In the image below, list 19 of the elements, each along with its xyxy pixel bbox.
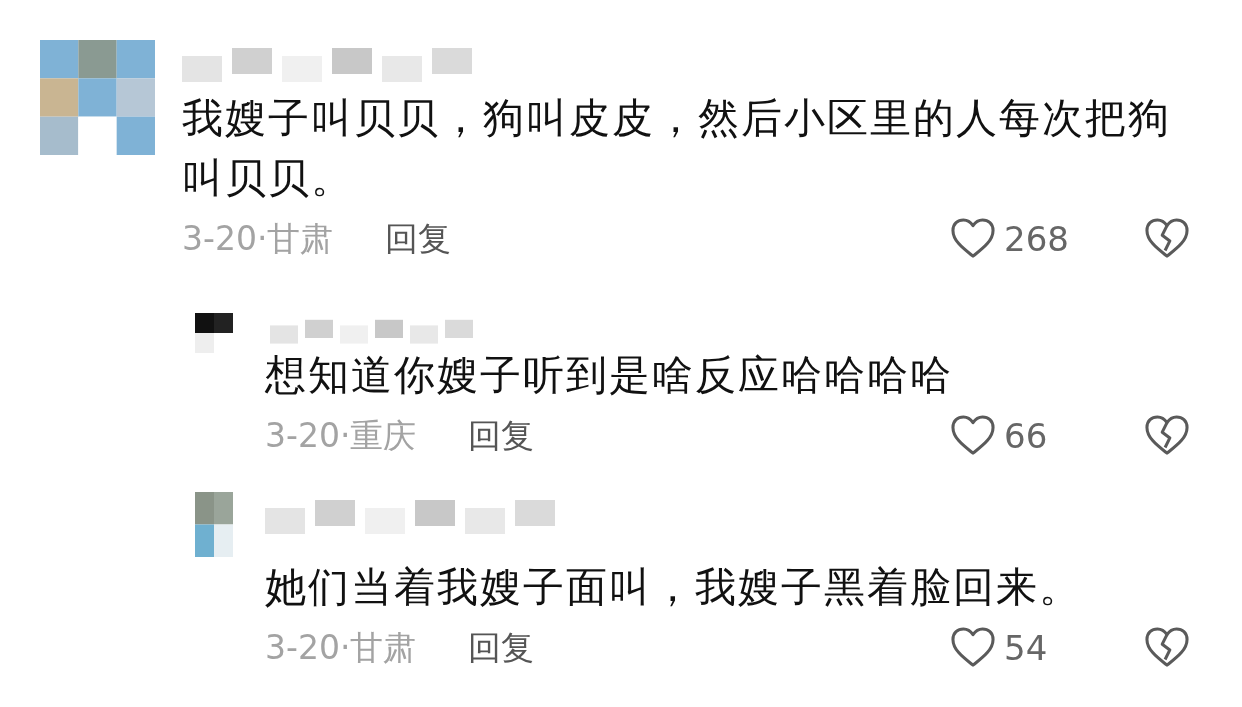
comment-meta: 3-20·甘肃 bbox=[265, 626, 417, 669]
broken-heart-icon[interactable] bbox=[1144, 415, 1190, 457]
reply-link[interactable]: 回复 bbox=[385, 216, 452, 262]
comment-text: 想知道你嫂子听到是啥反应哈哈哈哈 bbox=[265, 350, 954, 401]
reply-link[interactable]: 回复 bbox=[468, 413, 535, 459]
heart-icon[interactable] bbox=[950, 627, 996, 669]
avatar[interactable] bbox=[195, 313, 233, 353]
like-count: 66 bbox=[1004, 416, 1049, 456]
comment-meta: 3-20·重庆 bbox=[265, 414, 417, 457]
comment-text: 我嫂子叫贝贝，狗叫皮皮，然后小区里的人每次把狗叫贝贝。 bbox=[182, 93, 1172, 204]
heart-icon[interactable] bbox=[950, 218, 996, 260]
heart-icon[interactable] bbox=[950, 415, 996, 457]
comment-meta: 3-20·甘肃 bbox=[182, 217, 334, 260]
broken-heart-icon[interactable] bbox=[1144, 218, 1190, 260]
like-count: 268 bbox=[1004, 219, 1070, 259]
comment-text: 她们当着我嫂子面叫，我嫂子黑着脸回来。 bbox=[265, 562, 1083, 613]
broken-heart-icon[interactable] bbox=[1144, 627, 1190, 669]
reply-link[interactable]: 回复 bbox=[468, 625, 535, 671]
like-count: 54 bbox=[1004, 628, 1049, 668]
